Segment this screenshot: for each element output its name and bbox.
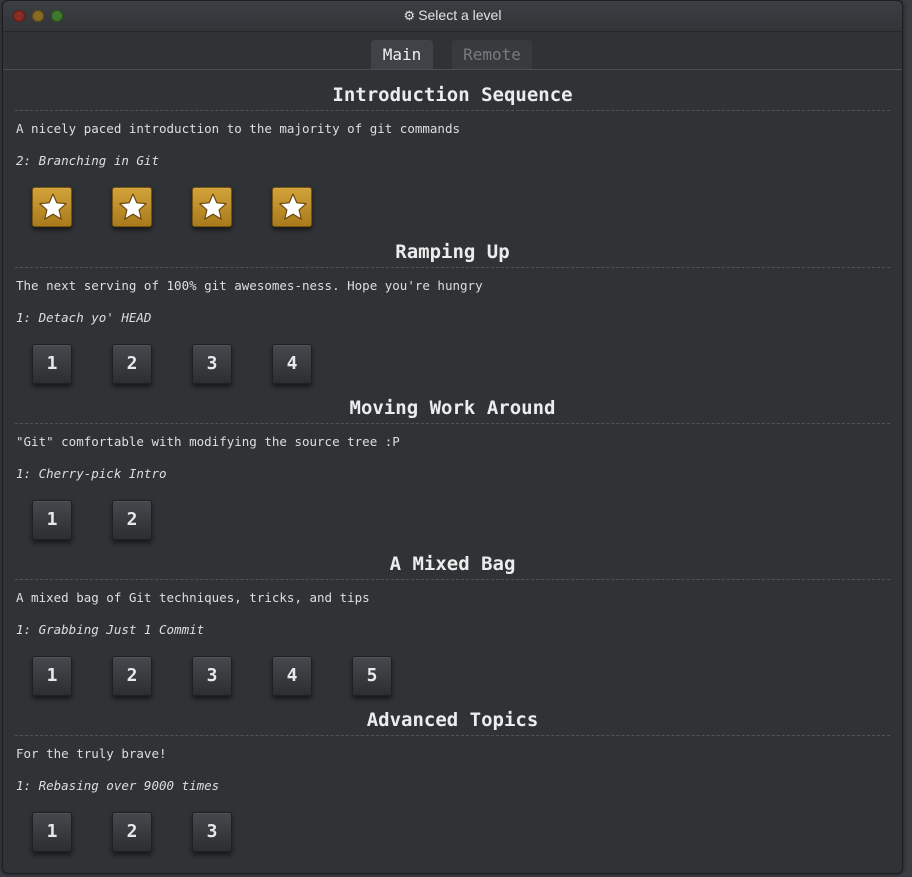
level-button-1[interactable]: 1 (32, 656, 72, 696)
level-list: Introduction Sequence A nicely paced int… (3, 70, 902, 873)
level-button-2[interactable]: 2 (112, 500, 152, 540)
section-moving-work-around: Moving Work Around "Git" comfortable wit… (3, 383, 902, 540)
section-title: A Mixed Bag (389, 553, 516, 575)
level-button-3[interactable]: 3 (192, 656, 232, 696)
section-title: Advanced Topics (366, 709, 539, 731)
section-description: The next serving of 100% git awesomes-ne… (16, 278, 483, 293)
level-button-4[interactable]: 4 (272, 344, 312, 384)
title-bar: ⚙ Select a level (3, 1, 902, 32)
section-next-level: 2: Branching in Git (16, 153, 159, 168)
tab-bar: Main Remote (3, 32, 902, 70)
window-title: ⚙ Select a level (3, 7, 902, 24)
section-a-mixed-bag: A Mixed Bag A mixed bag of Git technique… (3, 539, 902, 696)
section-title: Introduction Sequence (332, 84, 573, 106)
section-description: A mixed bag of Git techniques, tricks, a… (16, 590, 370, 605)
level-button-1[interactable]: 1 (32, 344, 72, 384)
section-description: For the truly brave! (16, 746, 167, 761)
section-divider (15, 110, 890, 111)
level-button-5[interactable]: 5 (352, 656, 392, 696)
level-button-3[interactable]: 3 (192, 344, 232, 384)
tab-main[interactable]: Main (371, 40, 433, 69)
section-next-level: 1: Grabbing Just 1 Commit (16, 622, 205, 637)
section-title: Ramping Up (395, 241, 510, 263)
level-button-2[interactable] (112, 187, 152, 227)
section-ramping-up: Ramping Up The next serving of 100% git … (3, 227, 902, 384)
gear-icon: ⚙ (403, 8, 416, 23)
section-next-level: 1: Cherry-pick Intro (16, 466, 167, 481)
level-select-window: ⚙ Select a level Main Remote Introduction… (2, 0, 903, 874)
level-button-4[interactable]: 4 (272, 656, 312, 696)
level-button-4[interactable] (272, 187, 312, 227)
level-button-1[interactable] (32, 187, 72, 227)
section-divider (15, 267, 890, 268)
section-introduction-sequence: Introduction Sequence A nicely paced int… (3, 70, 902, 227)
section-description: A nicely paced introduction to the major… (16, 121, 461, 136)
level-button-2[interactable]: 2 (112, 344, 152, 384)
level-button-2[interactable]: 2 (112, 812, 152, 852)
section-advanced-topics: Advanced Topics For the truly brave! 1: … (3, 695, 902, 852)
section-next-level: 1: Rebasing over 9000 times (16, 778, 220, 793)
section-divider (15, 423, 890, 424)
section-next-level: 1: Detach yo' HEAD (16, 310, 152, 325)
tab-remote[interactable]: Remote (452, 40, 532, 69)
section-divider (15, 579, 890, 580)
section-title: Moving Work Around (349, 397, 556, 419)
level-button-1[interactable]: 1 (32, 500, 72, 540)
section-divider (15, 735, 890, 736)
level-button-3[interactable] (192, 187, 232, 227)
level-button-1[interactable]: 1 (32, 812, 72, 852)
section-description: "Git" comfortable with modifying the sou… (16, 434, 400, 449)
window-title-text: Select a level (418, 7, 502, 23)
level-button-3[interactable]: 3 (192, 812, 232, 852)
level-button-2[interactable]: 2 (112, 656, 152, 696)
